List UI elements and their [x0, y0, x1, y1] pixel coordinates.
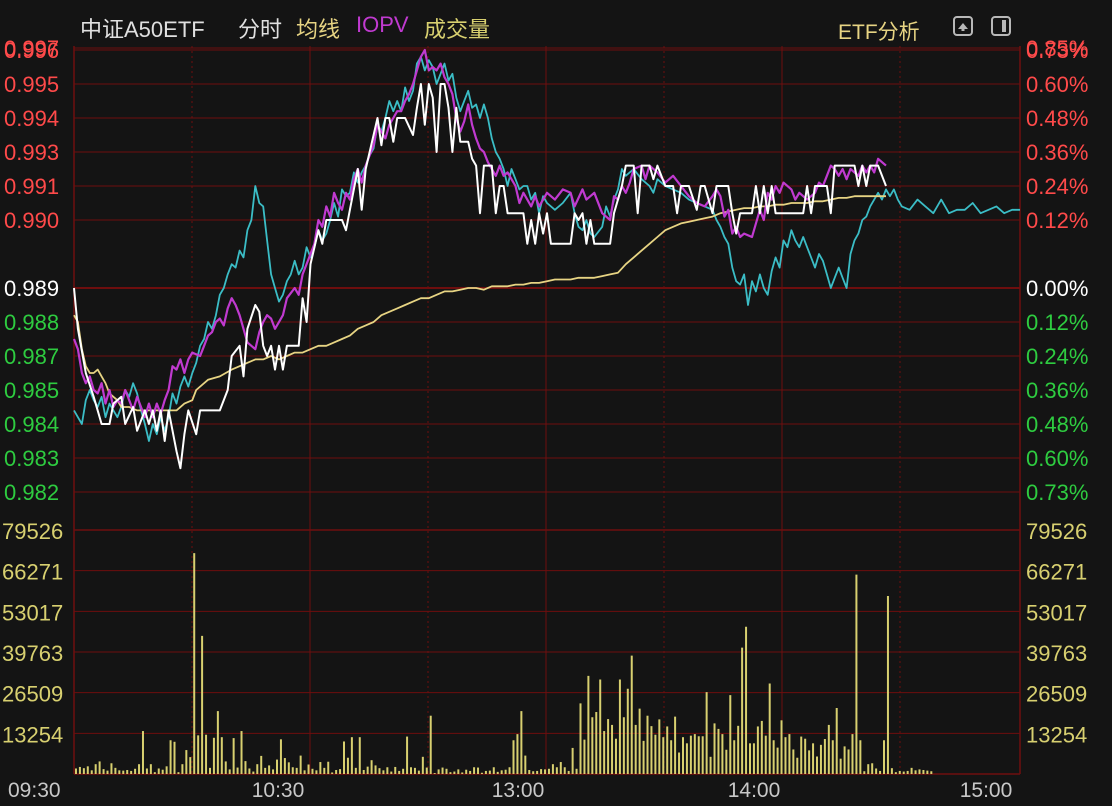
percent-tick-label: 0.60%	[1026, 72, 1088, 97]
price-tick-label: 0.991	[4, 174, 59, 199]
volume-tick-label: 26509	[2, 682, 63, 707]
chart-background	[0, 0, 1112, 806]
percent-tick-label: 0.48%	[1026, 106, 1088, 131]
price-tick-label: 0.989	[4, 276, 59, 301]
time-tick-label: 13:00	[492, 779, 545, 802]
intraday-mode-text: 分时	[238, 17, 283, 42]
avg-line-legend-text: 均线	[296, 17, 341, 42]
price-tick-label: 0.994	[4, 106, 59, 131]
avg-line-legend: 均线	[296, 12, 340, 44]
time-tick-label: 09:30	[8, 779, 61, 802]
volume-tick-label-right: 39763	[1026, 641, 1087, 666]
security-name-text: 中证A50ETF	[80, 17, 205, 42]
percent-tick-label: 0.73%	[1026, 38, 1088, 63]
volume-tick-label-right: 66271	[1026, 560, 1087, 585]
price-tick-label: 0.985	[4, 378, 59, 403]
price-tick-label: 0.996	[4, 38, 59, 63]
intraday-mode-label[interactable]: 分时	[238, 12, 282, 44]
price-tick-label: 0.983	[4, 446, 59, 471]
percent-tick-label: 0.60%	[1026, 446, 1088, 471]
price-tick-label: 0.990	[4, 208, 59, 233]
scroll-up-glyph	[958, 23, 968, 31]
volume-tick-label: 39763	[2, 641, 63, 666]
volume-tick-label-right: 53017	[1026, 600, 1087, 625]
time-tick-label: 10:30	[252, 779, 305, 802]
price-tick-label: 0.993	[4, 140, 59, 165]
percent-tick-label: 0.24%	[1026, 174, 1088, 199]
price-tick-label: 0.995	[4, 72, 59, 97]
timeshare-chart: 0.9970.9960.9950.9940.9930.9910.9900.989…	[0, 0, 1112, 806]
volume-tick-label-right: 26509	[1026, 682, 1087, 707]
volume-tick-label-right: 79526	[1026, 519, 1087, 544]
percent-tick-label: 0.73%	[1026, 480, 1088, 505]
volume-tick-label: 53017	[2, 600, 63, 625]
price-tick-label: 0.984	[4, 412, 59, 437]
etf-analysis-text: ETF分析	[838, 21, 920, 44]
volume-tick-label: 66271	[2, 560, 63, 585]
iopv-legend-text: IOPV	[356, 12, 409, 37]
iopv-legend: IOPV	[356, 12, 409, 38]
volume-legend: 成交量	[424, 12, 490, 44]
volume-tick-label-right: 13254	[1026, 722, 1087, 747]
time-tick-label: 15:00	[960, 779, 1013, 802]
etf-analysis-button[interactable]: ETF分析	[838, 16, 920, 46]
security-name: 中证A50ETF	[80, 12, 205, 44]
volume-legend-text: 成交量	[424, 17, 491, 42]
percent-tick-label: 0.24%	[1026, 344, 1088, 369]
percent-tick-label: 0.36%	[1026, 140, 1088, 165]
volume-tick-label: 13254	[2, 722, 63, 747]
panel-toggle-glyph	[1002, 20, 1006, 32]
volume-tick-label: 79526	[2, 519, 63, 544]
percent-tick-label: 0.36%	[1026, 378, 1088, 403]
price-tick-label: 0.988	[4, 310, 59, 335]
percent-tick-label: 0.48%	[1026, 412, 1088, 437]
percent-tick-label: 0.00%	[1026, 276, 1088, 301]
percent-tick-label: 0.12%	[1026, 310, 1088, 335]
price-tick-label: 0.982	[4, 480, 59, 505]
scroll-up-icon[interactable]	[953, 16, 973, 36]
percent-tick-label: 0.12%	[1026, 208, 1088, 233]
time-tick-label: 14:00	[728, 779, 781, 802]
panel-toggle-icon[interactable]	[991, 16, 1011, 36]
price-tick-label: 0.987	[4, 344, 59, 369]
